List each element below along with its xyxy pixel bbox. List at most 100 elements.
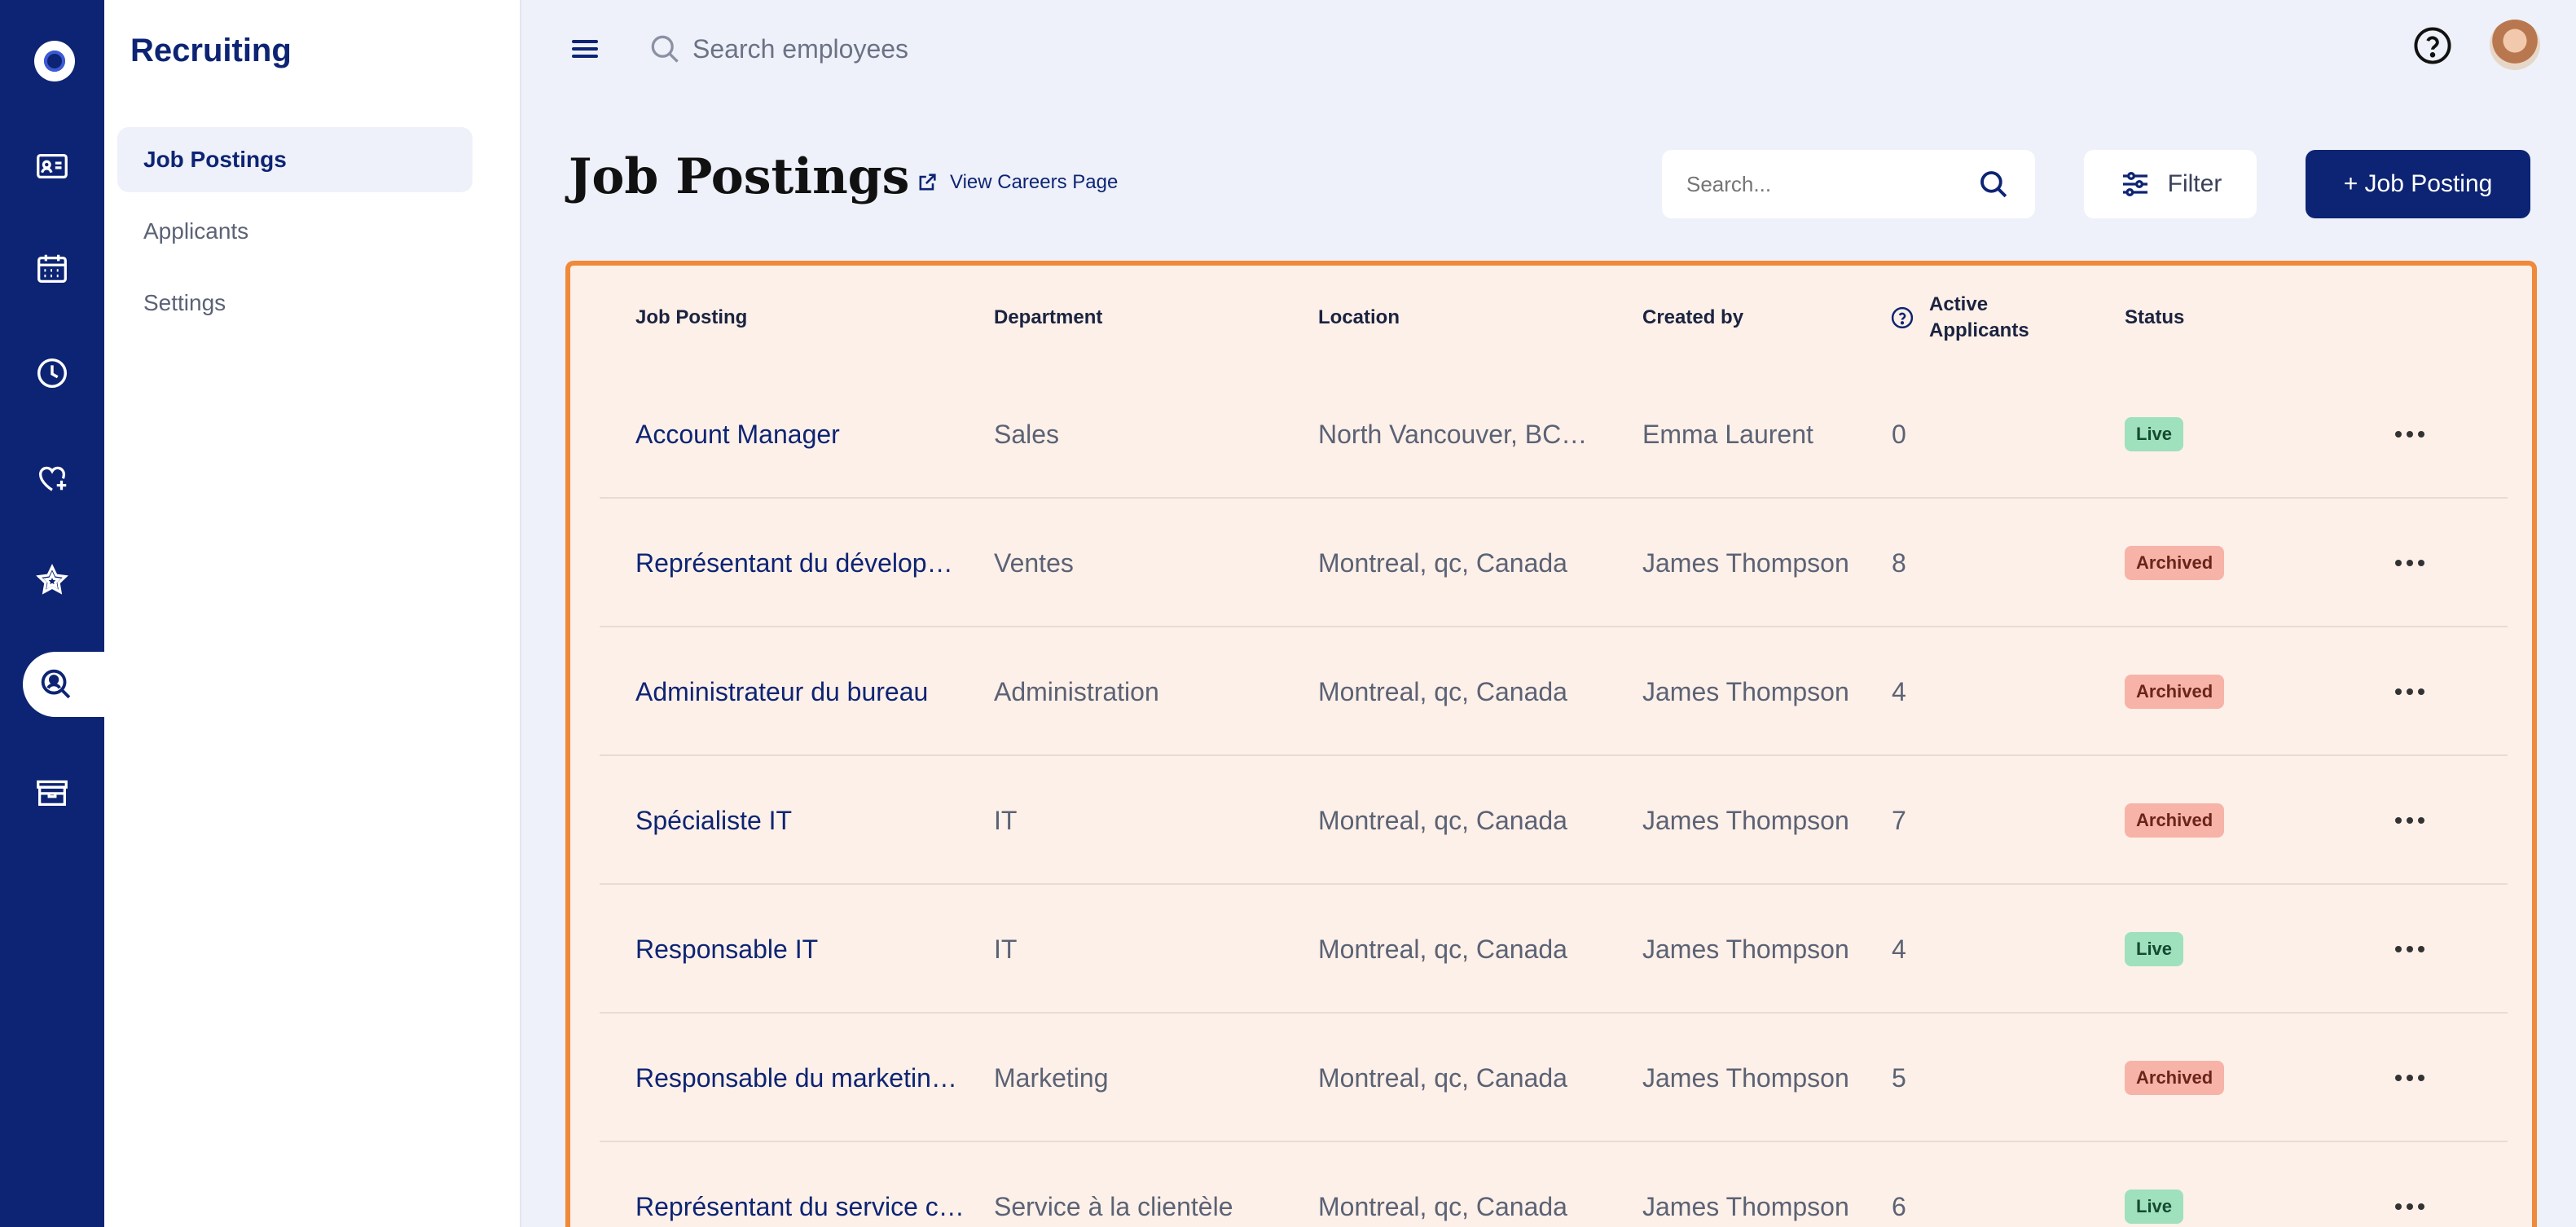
status-cell: Archived bbox=[2125, 499, 2288, 627]
job-posting-link[interactable]: Responsable IT bbox=[635, 885, 969, 1014]
table-row[interactable]: Représentant du service c… Service à la c… bbox=[600, 1142, 2508, 1227]
department-cell: Marketing bbox=[994, 1062, 1109, 1093]
heart-plus-icon[interactable] bbox=[0, 445, 104, 510]
row-more-actions-icon[interactable] bbox=[2385, 499, 2434, 627]
view-careers-page-link[interactable]: View Careers Page bbox=[916, 171, 1118, 194]
job-search-input[interactable] bbox=[1686, 171, 1976, 197]
sidebar-item-applicants[interactable]: Applicants bbox=[117, 199, 473, 264]
location-cell: Montreal, qc, Canada bbox=[1318, 676, 1567, 706]
job-posting-link[interactable]: Représentant du service c… bbox=[635, 1142, 969, 1227]
filter-button[interactable]: Filter bbox=[2084, 150, 2257, 218]
created-by-cell: James Thompson bbox=[1642, 1191, 1849, 1221]
search-icon[interactable] bbox=[1976, 167, 2011, 201]
status-badge: Live bbox=[2125, 1190, 2184, 1224]
department-cell: Ventes bbox=[994, 548, 1074, 578]
status-badge: Archived bbox=[2125, 1061, 2225, 1095]
status-cell: Archived bbox=[2125, 1014, 2288, 1142]
created-by-cell: James Thompson bbox=[1642, 1062, 1849, 1093]
created-by-cell: James Thompson bbox=[1642, 805, 1849, 835]
table-row[interactable]: Représentant du dévelop… Ventes Montreal, … bbox=[600, 499, 2508, 627]
active-header-line1: Active bbox=[1929, 293, 1989, 315]
user-avatar[interactable] bbox=[2490, 20, 2540, 70]
active-applicants-cell: 0 bbox=[1892, 419, 1906, 449]
table-row[interactable]: Account Manager Sales North Vancouver, BC…… bbox=[600, 370, 2508, 499]
sidebar-item-job-postings[interactable]: Job Postings bbox=[117, 127, 473, 192]
job-posting-link[interactable]: Account Manager bbox=[635, 370, 969, 499]
row-more-actions-icon[interactable] bbox=[2385, 756, 2434, 885]
created-by-cell: James Thompson bbox=[1642, 548, 1849, 578]
active-applicants-cell: 4 bbox=[1892, 934, 1906, 964]
status-cell: Live bbox=[2125, 1142, 2288, 1227]
active-applicants-cell: 5 bbox=[1892, 1062, 1906, 1093]
row-more-actions-icon[interactable] bbox=[2385, 885, 2434, 1014]
active-applicants-cell: 4 bbox=[1892, 676, 1906, 706]
status-badge: Archived bbox=[2125, 803, 2225, 838]
box-icon[interactable] bbox=[0, 759, 104, 825]
info-help-icon[interactable] bbox=[1890, 306, 1914, 330]
created-by-cell: Emma Laurent bbox=[1642, 419, 1813, 449]
column-header-active-applicants[interactable]: Active Applicants bbox=[1890, 266, 2029, 370]
column-header-created-by[interactable]: Created by bbox=[1642, 266, 1743, 370]
row-more-actions-icon[interactable] bbox=[2385, 370, 2434, 499]
location-cell: North Vancouver, BC… bbox=[1318, 419, 1588, 449]
sidebar-item-settings[interactable]: Settings bbox=[117, 270, 473, 336]
calendar-icon[interactable] bbox=[0, 236, 104, 301]
column-header-department[interactable]: Department bbox=[994, 266, 1102, 370]
recruiting-search-icon[interactable] bbox=[23, 652, 104, 717]
location-cell: Montreal, qc, Canada bbox=[1318, 1191, 1567, 1221]
job-postings-table: Job Posting Department Location Created … bbox=[565, 261, 2537, 1227]
table-header: Job Posting Department Location Created … bbox=[570, 266, 2532, 370]
location-cell: Montreal, qc, Canada bbox=[1318, 934, 1567, 964]
search-icon bbox=[651, 35, 679, 63]
row-more-actions-icon[interactable] bbox=[2385, 1014, 2434, 1142]
table-row[interactable]: Spécialiste IT IT Montreal, qc, Canada Jame… bbox=[600, 756, 2508, 885]
help-icon[interactable] bbox=[2411, 24, 2454, 67]
recruiting-sidebar: Recruiting Job Postings Applicants Setti… bbox=[104, 0, 521, 1227]
clock-icon[interactable] bbox=[0, 341, 104, 406]
employee-card-icon[interactable] bbox=[0, 134, 104, 199]
department-cell: IT bbox=[994, 805, 1018, 835]
table-row[interactable]: Responsable IT IT Montreal, qc, Canada Jame… bbox=[600, 885, 2508, 1014]
status-cell: Archived bbox=[2125, 627, 2288, 756]
column-header-status[interactable]: Status bbox=[2125, 266, 2184, 370]
logo-icon[interactable] bbox=[34, 41, 75, 81]
row-more-actions-icon[interactable] bbox=[2385, 1142, 2434, 1227]
hamburger-menu-icon[interactable] bbox=[567, 36, 603, 62]
job-posting-link[interactable]: Responsable du marketin… bbox=[635, 1014, 969, 1142]
active-applicants-cell: 7 bbox=[1892, 805, 1906, 835]
icon-rail bbox=[0, 0, 104, 1227]
star-icon[interactable] bbox=[0, 548, 104, 613]
created-by-cell: James Thompson bbox=[1642, 934, 1849, 964]
location-cell: Montreal, qc, Canada bbox=[1318, 805, 1567, 835]
location-cell: Montreal, qc, Canada bbox=[1318, 1062, 1567, 1093]
active-applicants-cell: 6 bbox=[1892, 1191, 1906, 1221]
add-job-posting-button[interactable]: + Job Posting bbox=[2306, 150, 2530, 218]
active-applicants-header-text: Active Applicants bbox=[1929, 292, 2029, 344]
active-header-line2: Applicants bbox=[1929, 319, 2029, 341]
status-cell: Live bbox=[2125, 885, 2288, 1014]
table-row[interactable]: Administrateur du bureau Administration Mo… bbox=[600, 627, 2508, 756]
column-header-job-posting[interactable]: Job Posting bbox=[635, 266, 747, 370]
department-cell: Sales bbox=[994, 419, 1060, 449]
view-careers-page-label: View Careers Page bbox=[950, 171, 1119, 193]
column-header-location[interactable]: Location bbox=[1318, 266, 1400, 370]
active-applicants-cell: 8 bbox=[1892, 548, 1906, 578]
location-cell: Montreal, qc, Canada bbox=[1318, 548, 1567, 578]
filter-label: Filter bbox=[2167, 170, 2222, 197]
job-posting-link[interactable]: Représentant du dévelop… bbox=[635, 499, 969, 627]
sliders-icon bbox=[2122, 172, 2147, 196]
job-posting-link[interactable]: Spécialiste IT bbox=[635, 756, 969, 885]
status-cell: Live bbox=[2125, 370, 2288, 499]
status-badge: Live bbox=[2125, 417, 2184, 451]
status-cell: Archived bbox=[2125, 756, 2288, 885]
created-by-cell: James Thompson bbox=[1642, 676, 1849, 706]
employee-search-input[interactable] bbox=[692, 29, 1181, 68]
department-cell: Administration bbox=[994, 676, 1159, 706]
status-badge: Archived bbox=[2125, 675, 2225, 709]
department-cell: Service à la clientèle bbox=[994, 1191, 1233, 1221]
job-posting-link[interactable]: Administrateur du bureau bbox=[635, 627, 969, 756]
table-row[interactable]: Responsable du marketin… Marketing Montrea… bbox=[600, 1014, 2508, 1142]
row-more-actions-icon[interactable] bbox=[2385, 627, 2434, 756]
department-cell: IT bbox=[994, 934, 1018, 964]
page-title: Job Postings bbox=[569, 148, 910, 205]
